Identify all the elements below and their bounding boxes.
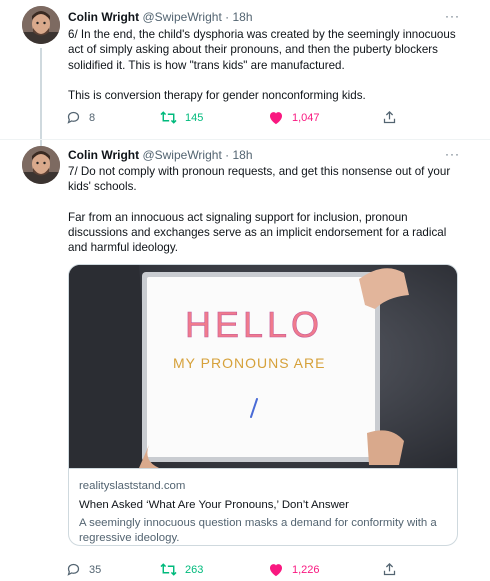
tweet-actions: 8 145 1,047: [66, 110, 406, 130]
reply-icon: [67, 563, 80, 576]
avatar[interactable]: [22, 6, 60, 44]
card-image: HELLO MY PRONOUNS ARE: [69, 265, 457, 468]
retweet-count: 263: [185, 563, 204, 576]
share-icon: [383, 562, 396, 576]
tweet-text: 6/ In the end, the child's dysphoria was…: [68, 27, 468, 119]
like-button[interactable]: 1,226: [268, 562, 320, 577]
more-icon[interactable]: ···: [445, 147, 460, 161]
card-image-pronouns-text: MY PRONOUNS ARE: [173, 355, 325, 371]
retweet-count: 145: [185, 111, 204, 124]
tweet-paragraph: Far from an innocuous act signaling supp…: [68, 210, 447, 255]
retweet-icon: [160, 563, 177, 576]
retweet-icon: [160, 111, 177, 124]
tweet-text: 7/ Do not comply with pronoun requests, …: [68, 164, 468, 271]
tweet-paragraph: This is conversion therapy for gender no…: [68, 89, 366, 103]
card-domain: realityslaststand.com: [79, 480, 186, 492]
reply-count: 35: [89, 563, 102, 576]
author-name[interactable]: Colin Wright: [68, 10, 139, 24]
reply-button[interactable]: 8: [66, 110, 95, 125]
tweet-timestamp[interactable]: 18h: [232, 10, 252, 24]
retweet-button[interactable]: 145: [160, 110, 203, 125]
card-title: When Asked ‘What Are Your Pronouns,’ Don…: [79, 499, 349, 511]
card-description: A seemingly innocuous question masks a d…: [79, 517, 437, 544]
like-count: 1,226: [292, 563, 320, 576]
header-separator: ·: [225, 10, 230, 24]
tweet-timestamp[interactable]: 18h: [232, 148, 252, 162]
card-image-hello-text: HELLO: [185, 304, 323, 345]
retweet-button[interactable]: 263: [160, 562, 203, 577]
tweet-actions: 35 263 1,226: [66, 562, 406, 581]
tweet-header: Colin Wright @SwipeWright · 18h: [68, 10, 253, 26]
reply-button[interactable]: 35: [66, 562, 101, 577]
tweet-header: Colin Wright @SwipeWright · 18h: [68, 148, 253, 164]
author-handle[interactable]: @SwipeWright: [142, 148, 221, 162]
author-handle[interactable]: @SwipeWright: [142, 10, 221, 24]
tweet-paragraph: 7/ Do not comply with pronoun requests, …: [68, 165, 451, 194]
header-separator: ·: [225, 148, 230, 162]
thread-connector-line: [40, 48, 42, 148]
share-button[interactable]: [382, 110, 397, 125]
author-name[interactable]: Colin Wright: [68, 148, 139, 162]
avatar[interactable]: [22, 146, 60, 184]
reply-count: 8: [89, 111, 96, 124]
tweet-paragraph: 6/ In the end, the child's dysphoria was…: [68, 28, 456, 72]
more-icon[interactable]: ···: [445, 9, 460, 23]
heart-icon: [270, 112, 282, 125]
like-count: 1,047: [292, 111, 320, 124]
link-preview-card[interactable]: HELLO MY PRONOUNS ARE realityslaststand.…: [68, 264, 458, 546]
tweet-2[interactable]: Colin Wright @SwipeWright · 18h ··· 7/ D…: [0, 140, 490, 581]
share-icon: [383, 110, 396, 124]
reply-icon: [67, 111, 80, 124]
like-button[interactable]: 1,047: [268, 110, 320, 125]
heart-icon: [270, 564, 282, 577]
tweet-1[interactable]: Colin Wright @SwipeWright · 18h ··· 6/ I…: [0, 0, 490, 148]
card-meta: realityslaststand.com When Asked ‘What A…: [69, 468, 457, 545]
share-button[interactable]: [382, 562, 397, 577]
